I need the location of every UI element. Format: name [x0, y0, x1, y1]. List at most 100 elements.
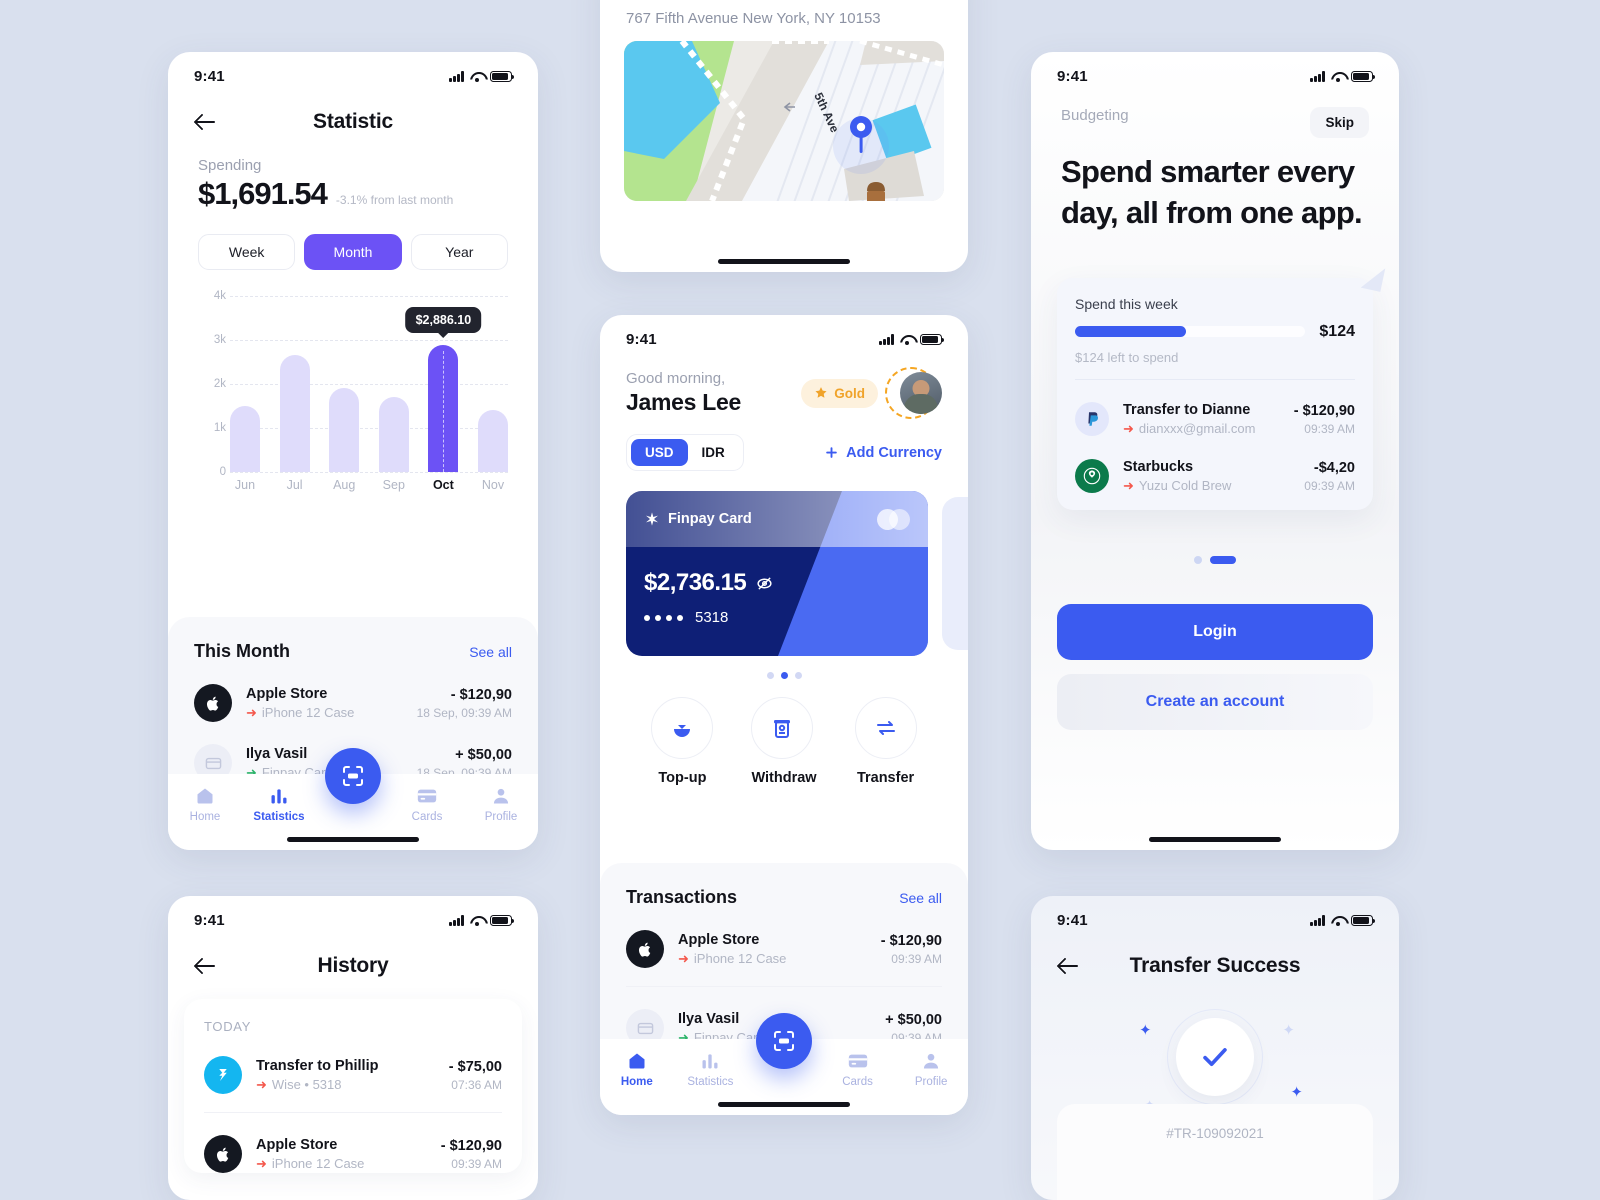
map-screen: 767 Fifth Avenue New York, NY 10153 5th …	[600, 0, 968, 272]
bar-oct[interactable]: $2,886.10	[405, 307, 482, 472]
starbucks-icon	[1075, 459, 1109, 494]
transaction-sub: ➜ iPhone 12 Case	[678, 951, 867, 967]
status-bar: 9:41	[1031, 52, 1399, 87]
arrow-out-icon: ➜	[678, 950, 689, 966]
map-view[interactable]: 5th Ave	[624, 41, 944, 201]
currency-idr[interactable]: IDR	[688, 439, 739, 466]
segment-week[interactable]: Week	[198, 234, 296, 270]
chart-y-axis: 4k 3k 2k 1k 0	[198, 290, 226, 478]
home-indicator	[718, 259, 850, 264]
transaction-sub: ➜ iPhone 12 Case	[256, 1156, 427, 1172]
bar-jun[interactable]	[230, 406, 260, 472]
transaction-text: Apple Store ➜ iPhone 12 Case	[256, 1137, 427, 1172]
bar-nov[interactable]	[477, 410, 508, 472]
sheet-title: This Month	[194, 641, 290, 661]
transaction-sub-text: iPhone 12 Case	[693, 951, 787, 966]
card-brand-label: Finpay Card	[668, 511, 752, 527]
tab-statistics[interactable]: Statistics	[674, 1051, 748, 1088]
row-divider	[1075, 378, 1355, 380]
transaction-text: Apple Store ➜ iPhone 12 Case	[246, 686, 403, 721]
see-all-link[interactable]: See all	[469, 644, 512, 660]
bar-aug[interactable]	[329, 388, 360, 472]
period-segmented-control[interactable]: Week Month Year	[198, 234, 508, 270]
currency-row: USD IDR Add Currency	[600, 416, 968, 471]
transaction-values: - $120,90 18 Sep, 09:39 AM	[417, 687, 512, 720]
back-arrow-icon[interactable]	[194, 953, 220, 979]
page-title: Statistic	[313, 110, 393, 133]
create-account-button[interactable]: Create an account	[1057, 673, 1373, 730]
finpay-card[interactable]: Finpay Card $2,736.15 5318	[626, 491, 928, 656]
x-tick-jul: Jul	[286, 478, 303, 492]
row-divider	[204, 1112, 502, 1113]
progress-track	[1075, 326, 1306, 338]
segment-year[interactable]: Year	[410, 234, 508, 270]
table-row[interactable]: Apple Store ➜ iPhone 12 Case - $120,90 0…	[204, 1135, 502, 1173]
tab-home[interactable]: Home	[168, 786, 242, 823]
arrow-out-icon: ➜	[256, 1155, 267, 1171]
table-row[interactable]: Starbucks ➜ Yuzu Cold Brew -$4,20 09:39 …	[1075, 459, 1355, 494]
greeting-row: Good morning, James Lee Gold	[600, 350, 968, 419]
see-all-link[interactable]: See all	[899, 890, 942, 906]
tab-cards[interactable]: Cards	[390, 786, 464, 823]
address-label: 767 Fifth Avenue New York, NY 10153	[626, 10, 881, 27]
transaction-time: 09:39 AM	[1304, 421, 1355, 436]
status-icons	[879, 334, 945, 345]
transaction-values: - $120,90 09:39 AM	[441, 1138, 502, 1171]
card-page-dots[interactable]	[600, 672, 968, 679]
battery-icon	[1351, 71, 1376, 82]
tab-profile[interactable]: Profile	[894, 1051, 968, 1088]
scan-fab-button[interactable]	[325, 748, 381, 804]
chart-tooltip: $2,886.10	[405, 307, 482, 333]
table-row[interactable]: Transfer to Phillip ➜ Wise • 5318 - $75,…	[204, 1056, 502, 1094]
bar-jul[interactable]	[279, 355, 310, 472]
chart-plot-area: $2,886.10	[230, 296, 508, 473]
transaction-text: Transfer to Phillip ➜ Wise • 5318	[256, 1058, 435, 1093]
tab-home[interactable]: Home	[600, 1051, 674, 1088]
add-currency-button[interactable]: Add Currency	[824, 445, 942, 461]
next-card-preview[interactable]	[942, 497, 968, 650]
back-arrow-icon[interactable]	[1057, 953, 1083, 979]
segment-month[interactable]: Month	[304, 234, 402, 270]
battery-icon	[1351, 915, 1376, 926]
bar-chart-icon	[242, 786, 316, 806]
tab-cards[interactable]: Cards	[821, 1051, 895, 1088]
tab-profile[interactable]: Profile	[464, 786, 538, 823]
tier-badge[interactable]: Gold	[801, 378, 878, 408]
transaction-values: -$4,20 09:39 AM	[1304, 460, 1355, 493]
status-icons	[1310, 915, 1376, 926]
map-graphic: 5th Ave	[624, 41, 944, 201]
spending-bar-chart: 4k 3k 2k 1k 0 $2,886.10 Jun Jul Aug Sep …	[198, 290, 508, 496]
tab-statistics[interactable]: Statistics	[242, 786, 316, 823]
login-button[interactable]: Login	[1057, 603, 1373, 660]
currency-toggle[interactable]: USD IDR	[626, 434, 744, 471]
sparkle-icon: ✦	[1139, 1022, 1152, 1039]
action-top-up[interactable]: Top-up	[651, 697, 714, 786]
bar-sep[interactable]	[378, 397, 409, 472]
wise-icon	[204, 1056, 242, 1094]
wifi-icon	[470, 71, 484, 82]
day-label: TODAY	[204, 1019, 252, 1034]
action-withdraw[interactable]: Withdraw	[751, 697, 817, 786]
chart-bars: $2,886.10	[230, 296, 508, 472]
transfer-success-screen: 9:41 Transfer Success ✦ ✦ ✦ ✦ #TR-109092…	[1031, 896, 1399, 1200]
tab-label: Cards	[842, 1076, 873, 1088]
back-arrow-icon[interactable]	[194, 109, 220, 135]
onboarding-screen: 9:41 Budgeting Skip Spend smarter every …	[1031, 52, 1399, 850]
transaction-sub: ➜ dianxxx@gmail.com	[1123, 421, 1280, 437]
week-left-label: $124 left to spend	[1075, 349, 1179, 365]
scan-fab-button[interactable]	[756, 1013, 812, 1069]
page-title: Transfer Success	[1129, 954, 1301, 977]
status-icons	[1310, 71, 1376, 82]
table-row[interactable]: Transfer to Dianne ➜ dianxxx@gmail.com -…	[1075, 402, 1355, 437]
table-row[interactable]: Apple Store ➜ iPhone 12 Case - $120,90 1…	[194, 684, 512, 722]
action-transfer[interactable]: Transfer	[854, 697, 917, 786]
onboarding-page-dots[interactable]	[1031, 555, 1399, 564]
avatar-wrap[interactable]	[885, 367, 942, 419]
table-row[interactable]: Apple Store ➜ iPhone 12 Case - $120,90 0…	[626, 930, 942, 968]
action-label: Withdraw	[751, 770, 817, 786]
sheet-header: Transactions See all	[626, 887, 942, 908]
currency-usd[interactable]: USD	[631, 439, 688, 466]
tab-label: Profile	[484, 811, 518, 823]
arrow-out-icon: ➜	[256, 1076, 267, 1092]
skip-button[interactable]: Skip	[1310, 107, 1369, 138]
